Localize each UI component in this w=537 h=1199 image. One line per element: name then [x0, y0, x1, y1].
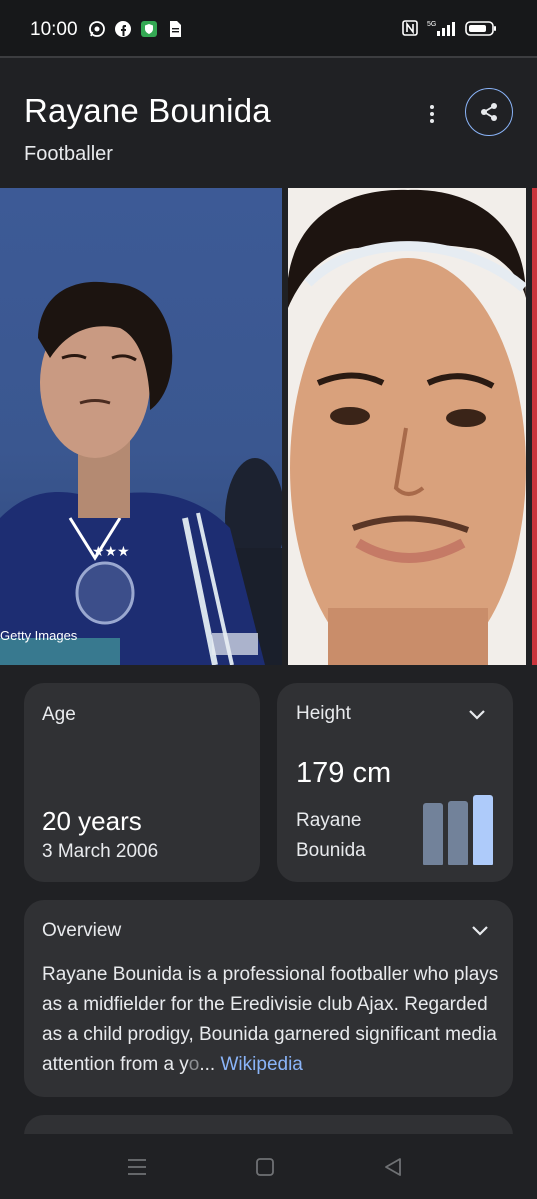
- page-title: Rayane Bounida: [24, 92, 271, 129]
- height-card[interactable]: Height 179 cm Rayane Bounida: [277, 683, 513, 882]
- height-comparison-chart: [423, 791, 495, 865]
- chevron-down-icon[interactable]: [469, 919, 491, 941]
- image-carousel[interactable]: ★★★ Getty Images: [0, 188, 537, 665]
- share-icon: [481, 103, 497, 121]
- battery-icon: [465, 19, 497, 37]
- status-time: 10:00: [30, 19, 78, 40]
- overview-faded-char: o: [188, 1054, 200, 1075]
- overview-card[interactable]: Overview Rayane Bounida is a professiona…: [24, 900, 513, 1097]
- overview-ellipsis: ...: [199, 1054, 216, 1075]
- height-bar: [423, 803, 443, 865]
- notification-icons: [88, 20, 184, 38]
- more-dot-icon: [430, 112, 434, 116]
- signal-5g-icon: 5G: [427, 19, 457, 37]
- age-value: 20 years: [42, 806, 142, 836]
- player-photo-2[interactable]: [288, 188, 526, 665]
- shield-app-icon: [140, 20, 158, 38]
- home-icon[interactable]: [254, 1156, 276, 1178]
- height-label: Height: [296, 703, 351, 724]
- page-subtitle: Footballer: [24, 143, 113, 165]
- menu-icon[interactable]: [126, 1156, 148, 1178]
- overview-text: Rayane Bounida is a professional footbal…: [42, 960, 502, 1080]
- facebook-icon: [114, 20, 132, 38]
- image-credit: Getty Images: [0, 628, 78, 643]
- birth-date: 3 March 2006: [42, 841, 159, 862]
- whatsapp-icon: [88, 20, 106, 38]
- more-dot-icon: [430, 105, 434, 109]
- wikipedia-link[interactable]: Wikipedia: [221, 1054, 303, 1075]
- share-button[interactable]: [465, 88, 513, 136]
- svg-text:★★★: ★★★: [92, 544, 130, 560]
- height-bar: [473, 795, 493, 865]
- player-photo-1[interactable]: ★★★ Getty Images: [0, 188, 282, 665]
- more-options-button[interactable]: [418, 100, 446, 128]
- chevron-down-icon[interactable]: [466, 703, 488, 725]
- more-dot-icon: [430, 119, 434, 123]
- height-bar: [448, 801, 468, 865]
- system-icons: 5G: [401, 19, 497, 37]
- system-nav-bar: [0, 1134, 537, 1199]
- height-value: 179 cm: [296, 757, 392, 789]
- overview-label: Overview: [42, 920, 122, 941]
- nfc-icon: [401, 19, 419, 37]
- height-person-name: Rayane Bounida: [296, 810, 366, 861]
- status-bar: 10:00 5G: [0, 0, 537, 56]
- document-icon: [166, 20, 184, 38]
- age-card[interactable]: Age 20 years 3 March 2006: [24, 683, 260, 882]
- svg-text:5G: 5G: [427, 21, 436, 28]
- age-label: Age: [42, 704, 76, 725]
- back-icon[interactable]: [382, 1156, 404, 1178]
- status-divider: [0, 56, 537, 58]
- player-photo-3[interactable]: [532, 188, 537, 665]
